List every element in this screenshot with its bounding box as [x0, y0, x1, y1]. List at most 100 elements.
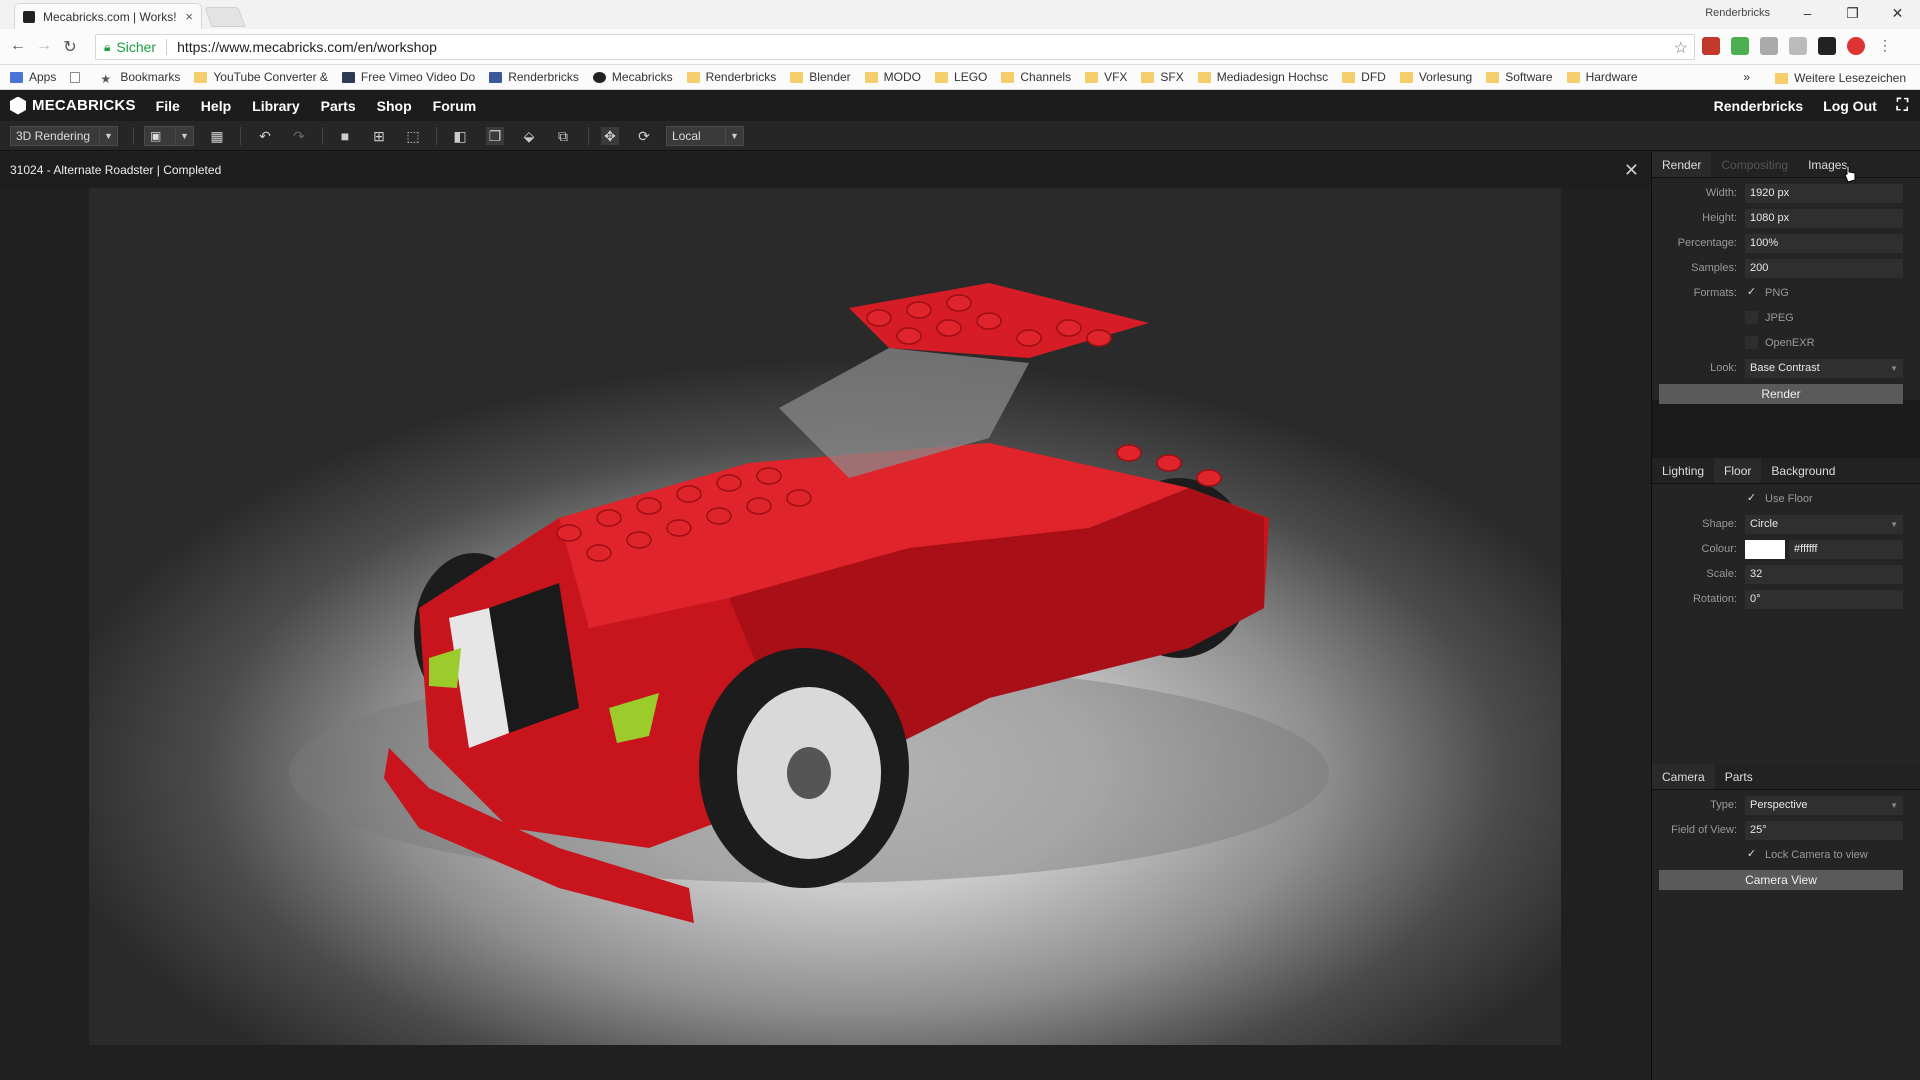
- gray-extension-icon[interactable]: [1760, 37, 1778, 55]
- new-tab-button[interactable]: [204, 7, 246, 27]
- bookmark-page[interactable]: [70, 71, 86, 83]
- pdf-extension-icon[interactable]: [1702, 37, 1720, 55]
- close-window-button[interactable]: ✕: [1875, 0, 1920, 29]
- rotation-field[interactable]: 0°: [1745, 590, 1903, 609]
- bookmarks-overflow-icon[interactable]: »: [1743, 70, 1750, 84]
- grid-icon[interactable]: ▦: [208, 127, 226, 145]
- colour-swatch[interactable]: [1745, 540, 1785, 559]
- space-select[interactable]: Local ▼: [666, 126, 744, 146]
- toolbar-divider: [322, 127, 323, 145]
- look-select[interactable]: Base Contrast ▼: [1745, 359, 1903, 378]
- height-field[interactable]: 1080 px: [1745, 209, 1903, 228]
- bookmark-bookmarks[interactable]: ★ Bookmarks: [100, 70, 180, 86]
- fullscreen-icon[interactable]: ⛶: [1897, 97, 1908, 115]
- bookmark-renderbricks[interactable]: Renderbricks: [686, 70, 776, 84]
- menu-help[interactable]: Help: [201, 98, 231, 114]
- menu-file[interactable]: File: [156, 98, 180, 114]
- mecabricks-logo[interactable]: MECABRICKS: [10, 96, 136, 115]
- bookmark-modo[interactable]: MODO: [864, 70, 921, 84]
- bookmark-vorlesung[interactable]: Vorlesung: [1399, 70, 1472, 84]
- camera-select[interactable]: ▣ ▼: [144, 126, 194, 146]
- bookmark-vfx[interactable]: VFX: [1085, 70, 1127, 84]
- camera-view-button[interactable]: Camera View: [1659, 870, 1903, 890]
- menu-parts[interactable]: Parts: [321, 98, 356, 114]
- restore-button[interactable]: ❐: [1830, 0, 1875, 29]
- percentage-field[interactable]: 100%: [1745, 234, 1903, 253]
- bookmark-mecabricks[interactable]: Mecabricks: [592, 70, 673, 84]
- tab-lighting[interactable]: Lighting: [1652, 458, 1714, 483]
- format-png-row: Formats: ✓ PNG: [1693, 286, 1789, 299]
- minimize-button[interactable]: –: [1785, 0, 1830, 29]
- shape-select[interactable]: Circle ▼: [1745, 515, 1903, 534]
- puzzle-extension-icon[interactable]: [1789, 37, 1807, 55]
- use-floor-checkbox[interactable]: ✓: [1745, 492, 1758, 505]
- user-area: Renderbricks Log Out ⛶: [1694, 97, 1908, 115]
- lock-camera-checkbox[interactable]: ✓: [1745, 848, 1758, 861]
- brick-icon[interactable]: ◧: [451, 127, 469, 145]
- back-icon[interactable]: ←: [8, 37, 28, 55]
- jpeg-checkbox[interactable]: [1745, 311, 1758, 324]
- move-icon[interactable]: ✥: [601, 127, 619, 145]
- box-select-icon[interactable]: ⬚: [404, 127, 422, 145]
- rotate-icon[interactable]: ⟳: [635, 127, 653, 145]
- rendered-image: [89, 188, 1561, 1045]
- logout-link[interactable]: Log Out: [1823, 98, 1877, 114]
- select-all-icon[interactable]: ■: [336, 127, 354, 145]
- format-jpeg-row: JPEG: [1652, 306, 1920, 331]
- bookmark-youtube-converter[interactable]: YouTube Converter &: [194, 70, 328, 84]
- user-link[interactable]: Renderbricks: [1714, 98, 1803, 114]
- openexr-checkbox[interactable]: [1745, 336, 1758, 349]
- forward-icon[interactable]: →: [34, 37, 54, 55]
- width-field[interactable]: 1920 px: [1745, 184, 1903, 203]
- browser-menu-icon[interactable]: ⋮: [1876, 37, 1894, 55]
- clone-icon[interactable]: ⧉: [554, 127, 572, 145]
- adblock-icon[interactable]: [1847, 37, 1865, 55]
- profile-name[interactable]: Renderbricks: [1705, 7, 1770, 19]
- samples-field[interactable]: 200: [1745, 259, 1903, 278]
- url-input[interactable]: 🔒︎ Sicher https://www.mecabricks.com/en/…: [95, 34, 1695, 60]
- menu-library[interactable]: Library: [252, 98, 299, 114]
- tab-camera[interactable]: Camera: [1652, 764, 1715, 789]
- tab-render[interactable]: Render: [1652, 152, 1712, 177]
- mode-select[interactable]: 3D Rendering ▼: [10, 126, 118, 146]
- tab-background[interactable]: Background: [1761, 458, 1845, 483]
- bookmark-mediadesign[interactable]: Mediadesign Hochsc: [1197, 70, 1328, 84]
- other-bookmarks[interactable]: Weitere Lesezeichen: [1775, 71, 1906, 85]
- tab-floor[interactable]: Floor: [1714, 458, 1762, 483]
- render-button[interactable]: Render: [1659, 384, 1903, 404]
- tab-compositing[interactable]: Compositing: [1711, 152, 1798, 177]
- hand-extension-icon[interactable]: [1818, 37, 1836, 55]
- bookmark-lego[interactable]: LEGO: [935, 70, 987, 84]
- folder-icon: [1085, 71, 1099, 83]
- bookmark-sfx[interactable]: SFX: [1141, 70, 1184, 84]
- camera-type-select[interactable]: Perspective ▼: [1745, 796, 1903, 815]
- bookmark-renderbricks-fb[interactable]: Renderbricks: [489, 70, 579, 84]
- browser-tab[interactable]: Mecabricks.com | Works! ×: [14, 3, 202, 29]
- paint-icon[interactable]: ⬙: [520, 127, 538, 145]
- bookmark-vimeo[interactable]: Free Vimeo Video Do: [341, 70, 475, 84]
- scale-field[interactable]: 32: [1745, 565, 1903, 584]
- undo-icon[interactable]: ↶: [256, 127, 274, 145]
- duplicate-icon[interactable]: ❐: [486, 127, 504, 145]
- bookmark-channels[interactable]: Channels: [1001, 70, 1071, 84]
- menu-forum[interactable]: Forum: [433, 98, 477, 114]
- green-extension-icon[interactable]: [1731, 37, 1749, 55]
- bookmark-blender[interactable]: Blender: [790, 70, 851, 84]
- tab-close-icon[interactable]: ×: [185, 9, 193, 24]
- samples-row: Samples: 200: [1652, 256, 1920, 281]
- folder-icon: [194, 71, 208, 83]
- bookmark-apps[interactable]: Apps: [10, 70, 56, 84]
- tab-parts[interactable]: Parts: [1715, 764, 1763, 789]
- close-icon[interactable]: ✕: [1624, 152, 1639, 188]
- redo-icon[interactable]: ↷: [290, 127, 308, 145]
- bookmark-software[interactable]: Software: [1486, 70, 1553, 84]
- menu-shop[interactable]: Shop: [377, 98, 412, 114]
- bookmark-star-icon[interactable]: ☆: [1674, 38, 1688, 58]
- fov-field[interactable]: 25°: [1745, 821, 1903, 840]
- colour-hex-field[interactable]: #ffffff: [1789, 540, 1903, 559]
- bookmark-dfd[interactable]: DFD: [1342, 70, 1386, 84]
- reload-icon[interactable]: ↻: [60, 37, 80, 57]
- png-checkbox[interactable]: ✓: [1745, 286, 1758, 299]
- select-grid-icon[interactable]: ⊞: [370, 127, 388, 145]
- bookmark-hardware[interactable]: Hardware: [1566, 70, 1638, 84]
